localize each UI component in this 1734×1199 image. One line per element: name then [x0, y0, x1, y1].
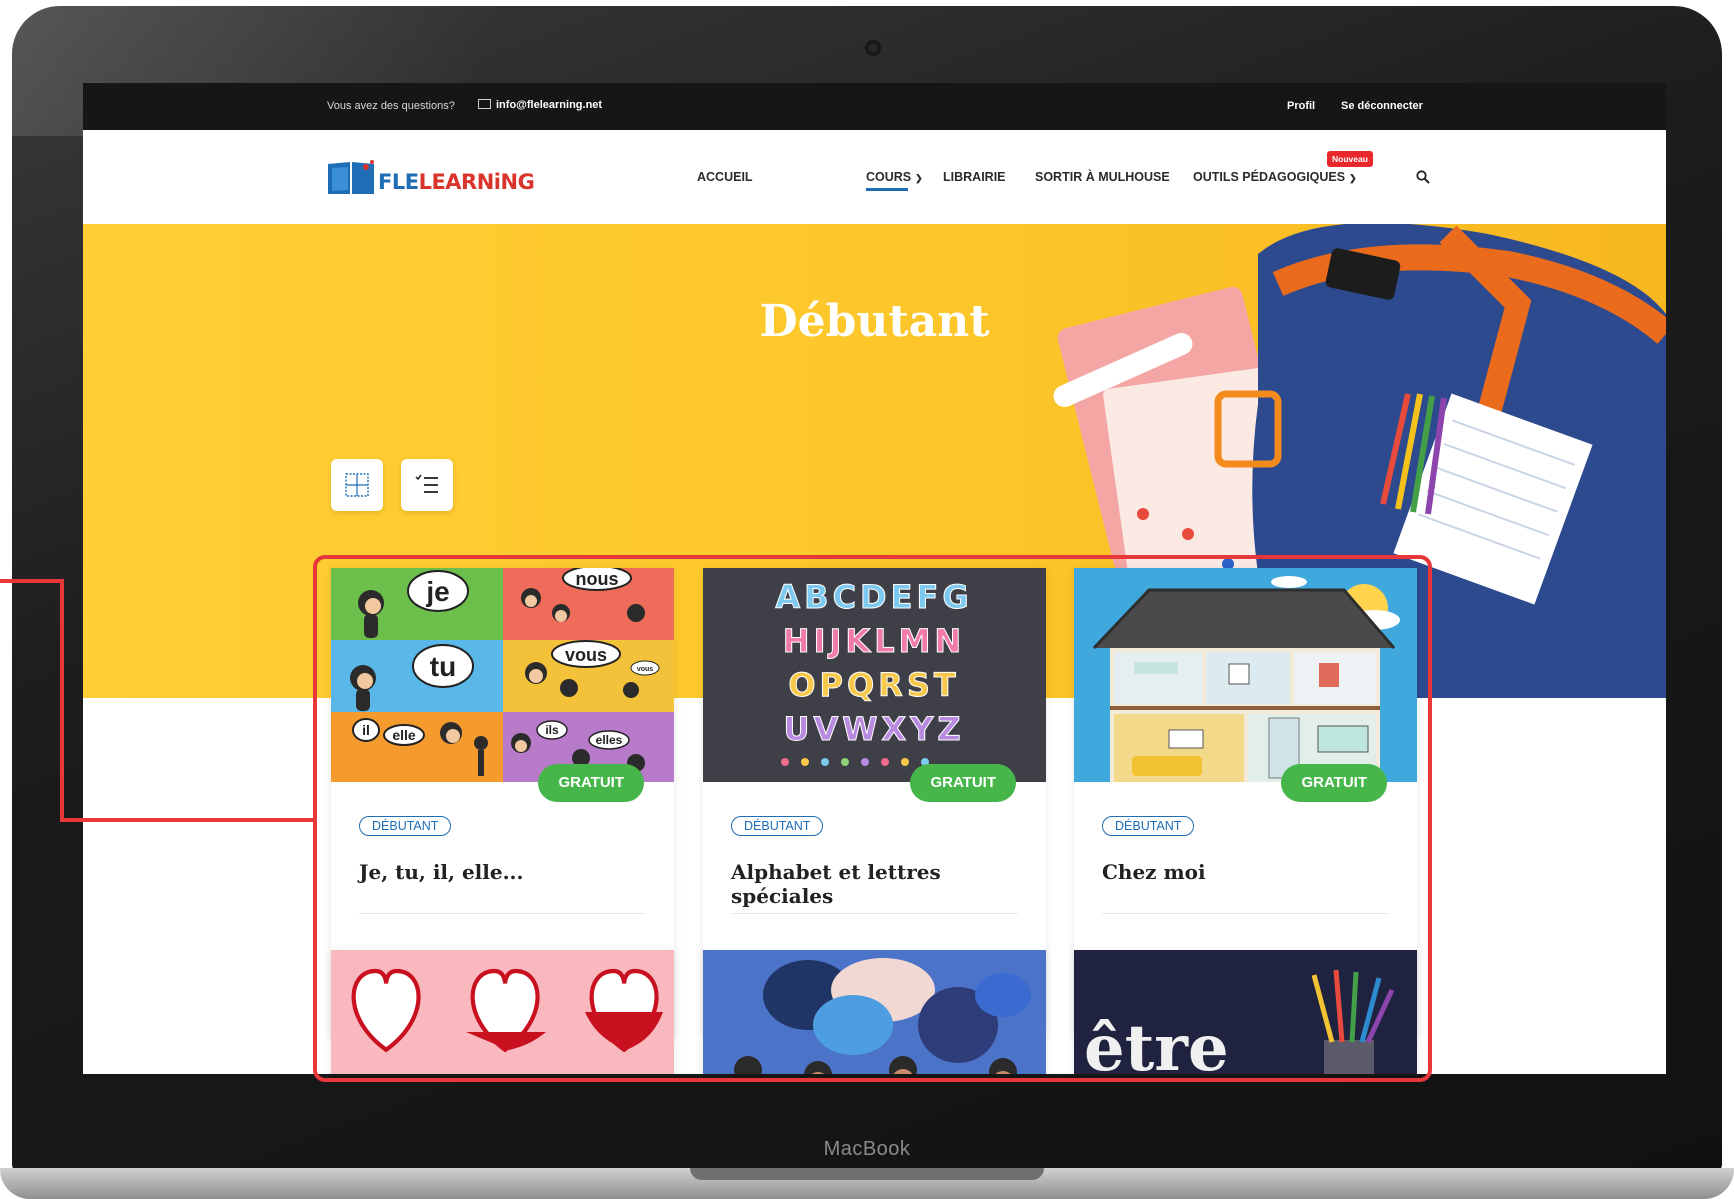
profile-link[interactable]: Profil — [1287, 100, 1315, 112]
level-tag[interactable]: DÉBUTANT — [731, 816, 824, 836]
nav-outils-pedagogiques[interactable]: OUTILS PÉDAGOGIQUES ❯ — [1193, 170, 1357, 184]
pronoun-vous: vous — [565, 645, 607, 665]
site-logo[interactable]: FLELEARNiNG — [326, 156, 535, 200]
card-divider — [1102, 913, 1389, 914]
nav-outils-label: OUTILS PÉDAGOGIQUES — [1193, 170, 1346, 184]
nav-cours-label: COURS — [866, 170, 912, 184]
price-badge: GRATUIT — [910, 764, 1016, 802]
pronoun-elle: elle — [392, 727, 416, 743]
nav-accueil[interactable]: ACCUEIL — [697, 170, 753, 184]
book-logo-icon — [328, 160, 374, 194]
course-image-pronouns: je nous tu vous vous il elle ils elles — [331, 568, 674, 782]
nav-librairie[interactable]: LIBRAIRIE — [943, 170, 1006, 184]
camera-icon — [867, 42, 879, 54]
search-icon[interactable] — [1416, 170, 1430, 184]
pronoun-vous-small: vous — [637, 666, 653, 673]
course-title[interactable]: Alphabet et lettres spéciales — [731, 860, 1046, 908]
price-badge: GRATUIT — [538, 764, 644, 802]
active-nav-underline — [866, 188, 908, 191]
alphabet-row-2: HIJKLMN — [783, 622, 965, 660]
grid-view-button[interactable] — [331, 459, 383, 511]
pronoun-il: il — [362, 722, 370, 738]
pronoun-nous: nous — [576, 569, 619, 589]
laptop-notch — [690, 1168, 1044, 1180]
alphabet-row-3: OPQRST — [788, 666, 959, 704]
course-card[interactable] — [331, 950, 674, 1074]
main-navbar: FLELEARNiNG ACCUEIL COURS ❯ LIBRAIRIE SOR… — [83, 130, 1666, 224]
chevron-down-icon: ❯ — [1349, 173, 1357, 183]
nav-cours[interactable]: COURS ❯ — [866, 170, 923, 184]
nav-sortir-mulhouse[interactable]: SORTIR À MULHOUSE — [1035, 170, 1170, 184]
course-image-alphabet: ABCDEFG HIJKLMN OPQRST UVWXYZ — [703, 568, 1046, 782]
browser-screen: Vous avez des questions? info@flelearnin… — [83, 83, 1666, 1074]
pronoun-elles: elles — [596, 733, 623, 747]
course-image-house — [1074, 568, 1417, 782]
envelope-icon — [478, 99, 491, 109]
questions-text: Vous avez des questions? — [327, 100, 455, 112]
course-image-etre: être — [1074, 950, 1417, 1074]
card-divider — [359, 913, 646, 914]
pronoun-tu: tu — [430, 651, 456, 682]
brand-label: MacBook — [823, 1138, 911, 1160]
email-text: info@flelearning.net — [496, 99, 603, 111]
grid-view-icon — [345, 473, 369, 497]
price-badge: GRATUIT — [1281, 764, 1387, 802]
course-image-hearts — [331, 950, 674, 1074]
level-tag[interactable]: DÉBUTANT — [1102, 816, 1195, 836]
level-tag[interactable]: DÉBUTANT — [359, 816, 452, 836]
new-badge: Nouveau — [1327, 151, 1373, 167]
course-card[interactable]: être — [1074, 950, 1417, 1074]
course-title[interactable]: Chez moi — [1102, 860, 1206, 884]
course-image-etre-text: être — [1084, 1011, 1229, 1074]
list-view-button[interactable] — [401, 459, 453, 511]
pronoun-je: je — [425, 576, 449, 607]
chevron-down-icon: ❯ — [915, 173, 923, 183]
alphabet-row-4: UVWXYZ — [783, 710, 964, 748]
email-link[interactable]: info@flelearning.net — [478, 99, 602, 111]
course-card[interactable] — [703, 950, 1046, 1074]
page-title: Débutant — [759, 296, 990, 347]
logo-text-learning: LEARNiNG — [418, 170, 535, 194]
logo-text-fle: FLE — [378, 170, 419, 194]
alphabet-row-1: ABCDEFG — [775, 578, 972, 616]
logout-link[interactable]: Se déconnecter — [1341, 100, 1423, 112]
course-title[interactable]: Je, tu, il, elle... — [359, 860, 523, 884]
list-view-icon — [415, 474, 438, 493]
card-divider — [731, 913, 1018, 914]
course-image-speech-bubbles — [703, 950, 1046, 1074]
top-info-bar: Vous avez des questions? info@flelearnin… — [83, 83, 1666, 130]
pronoun-ils: ils — [545, 723, 559, 737]
